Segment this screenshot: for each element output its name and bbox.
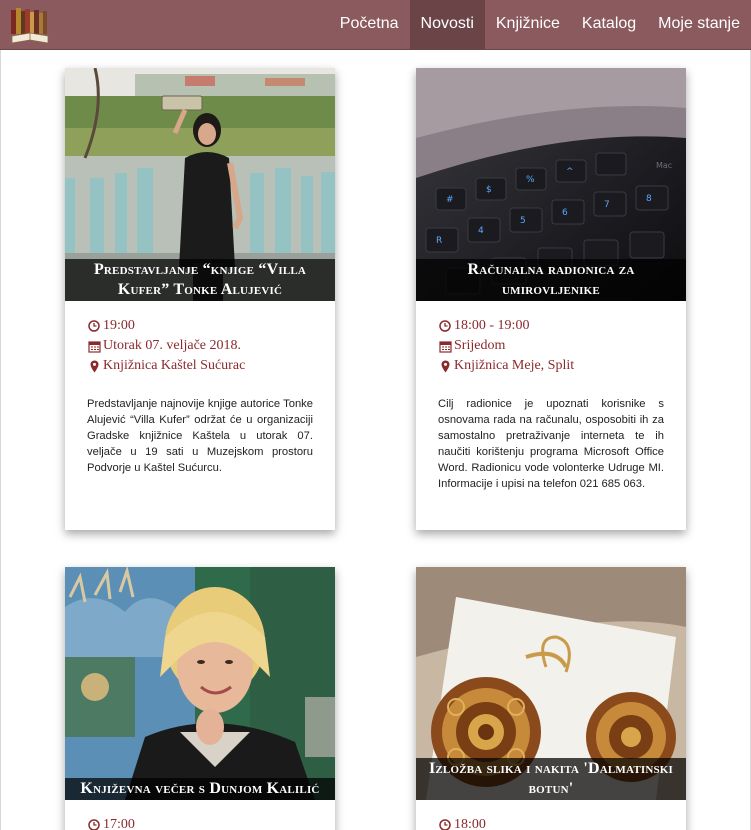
event-card[interactable]: Književna večer s Dunjom Kalilić 17:00 <box>65 567 335 830</box>
svg-text:7: 7 <box>604 200 610 210</box>
event-image: # $ % ^ R 4 5 6 7 8 Mac Računalna radion… <box>416 68 686 301</box>
svg-text:%: % <box>526 175 535 185</box>
event-title[interactable]: Izložba slika i nakita 'Dalmatinski botu… <box>416 758 686 800</box>
event-date: Srijedom <box>454 338 506 353</box>
svg-text:$: $ <box>486 185 492 195</box>
event-card[interactable]: Predstavljanje “knjige “Villa Kufer” Ton… <box>65 68 335 530</box>
event-title[interactable]: Književna večer s Dunjom Kalilić <box>65 778 335 800</box>
map-marker-icon <box>438 360 452 373</box>
event-card[interactable]: # $ % ^ R 4 5 6 7 8 Mac Računalna radion… <box>416 68 686 530</box>
svg-text:R: R <box>436 236 442 246</box>
clock-icon <box>438 819 452 830</box>
svg-text:8: 8 <box>646 194 652 204</box>
event-time: 18:00 - 19:00 <box>454 318 530 333</box>
books-logo-icon[interactable] <box>9 6 51 46</box>
nav-item-katalog[interactable]: Katalog <box>571 0 647 50</box>
event-image: Književna večer s Dunjom Kalilić <box>65 567 335 800</box>
svg-text:^: ^ <box>566 167 574 177</box>
main-nav: Početna Novosti Knjižnice Katalog Moje s… <box>329 0 751 50</box>
event-time-row: 17:00 <box>87 815 323 830</box>
clock-icon <box>87 819 101 830</box>
calendar-icon <box>87 340 101 353</box>
event-date-row: Utorak 07. veljače 2018. <box>87 336 323 356</box>
event-location: Knjižnica Meje, Split <box>454 358 575 373</box>
event-description: Cilj radionice je upoznati korisnike s o… <box>438 398 664 490</box>
event-time-row: 18:00 <box>438 815 674 830</box>
clock-icon <box>87 320 101 332</box>
svg-text:Mac: Mac <box>656 161 672 170</box>
event-location-row: Knjižnica Meje, Split <box>438 356 674 376</box>
event-time: 18:00 <box>454 817 486 830</box>
event-card[interactable]: Izložba slika i nakita 'Dalmatinski botu… <box>416 567 686 830</box>
nav-item-pocetna[interactable]: Početna <box>329 0 410 50</box>
nav-item-novosti[interactable]: Novosti <box>409 0 485 50</box>
event-image: Izložba slika i nakita 'Dalmatinski botu… <box>416 567 686 800</box>
calendar-icon <box>438 340 452 353</box>
event-time-row: 19:00 <box>87 316 323 336</box>
event-meta: 18:00 <box>438 815 674 830</box>
nav-item-knjiznice[interactable]: Knjižnice <box>485 0 571 50</box>
event-date-row: Srijedom <box>438 336 674 356</box>
svg-text:#: # <box>446 195 454 205</box>
event-date: Utorak 07. veljače 2018. <box>103 338 242 353</box>
event-description: Predstavljanje najnovije knjige autorice… <box>87 398 313 474</box>
map-marker-icon <box>87 360 101 373</box>
svg-text:6: 6 <box>562 208 568 218</box>
event-title[interactable]: Predstavljanje “knjige “Villa Kufer” Ton… <box>65 259 335 301</box>
event-time: 19:00 <box>103 318 135 333</box>
clock-icon <box>438 320 452 332</box>
event-title[interactable]: Računalna radionica za umirovljenike <box>416 259 686 301</box>
svg-text:4: 4 <box>478 226 484 236</box>
event-image: Predstavljanje “knjige “Villa Kufer” Ton… <box>65 68 335 301</box>
event-location-row: Knjižnica Kaštel Sućurac <box>87 356 323 376</box>
event-time: 17:00 <box>103 817 135 830</box>
event-time-row: 18:00 - 19:00 <box>438 316 674 336</box>
navbar: Početna Novosti Knjižnice Katalog Moje s… <box>0 0 751 50</box>
event-location: Knjižnica Kaštel Sućurac <box>103 358 246 373</box>
event-meta: 18:00 - 19:00 Srijedom Knjižnica Meje, S… <box>438 316 674 376</box>
event-meta: 17:00 <box>87 815 323 830</box>
event-meta: 19:00 Utorak 07. veljače 2018. Knjižnica… <box>87 316 323 376</box>
nav-item-moje-stanje[interactable]: Moje stanje <box>647 0 751 50</box>
svg-text:5: 5 <box>520 216 526 226</box>
